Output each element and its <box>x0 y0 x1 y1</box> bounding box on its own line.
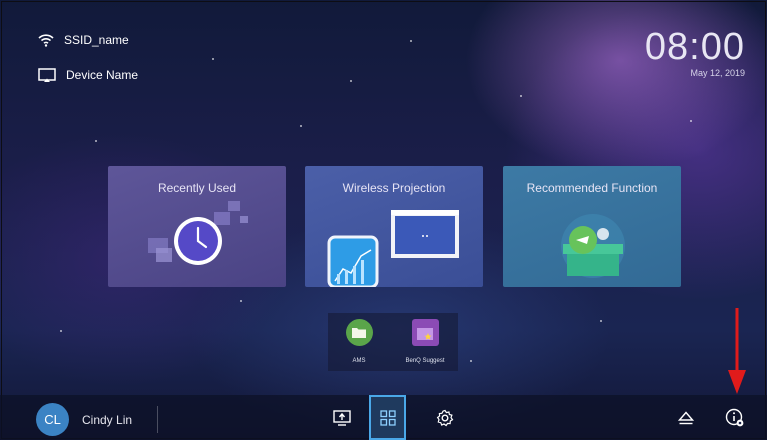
red-down-arrow-icon <box>728 308 746 394</box>
input-source-icon <box>333 409 351 426</box>
card-recently-used[interactable]: Recently Used <box>108 166 286 287</box>
clock-time: 08:00 <box>644 26 745 68</box>
app-label: AMS <box>352 358 366 364</box>
card-recommended-function[interactable]: Recommended Function <box>503 166 681 287</box>
eject-icon <box>678 410 694 424</box>
apps-grid-icon <box>379 409 396 426</box>
shopping-bag-star-icon <box>411 319 439 346</box>
app-shortcuts: AMS BenQ Suggest <box>328 313 458 371</box>
input-source-button[interactable] <box>325 395 359 440</box>
user-name[interactable]: Cindy Lin <box>82 413 132 427</box>
folder-icon <box>345 319 373 346</box>
cast-icon <box>38 67 56 82</box>
eject-button[interactable] <box>669 395 703 440</box>
ssid-label: SSID_name <box>64 33 129 47</box>
settings-gear-icon <box>436 409 454 426</box>
taskbar-divider <box>157 406 158 433</box>
wifi-icon <box>38 34 54 47</box>
app-ams[interactable]: AMS <box>334 319 384 364</box>
phone-screen-icon <box>327 210 459 287</box>
connection-status: SSID_name Device Name <box>38 31 138 101</box>
device-status: Device Name <box>38 66 138 84</box>
settings-button[interactable] <box>428 395 462 440</box>
gift-box-icon <box>561 214 625 278</box>
clock-date: May 12, 2019 <box>690 68 745 78</box>
clock: 08:00 May 12, 2019 <box>645 28 745 78</box>
apps-button[interactable] <box>369 395 406 440</box>
app-label: BenQ Suggest <box>405 358 445 364</box>
wifi-status: SSID_name <box>38 31 138 49</box>
info-settings-button[interactable] <box>718 395 752 440</box>
clock-icon <box>148 201 248 265</box>
taskbar: CL Cindy Lin <box>0 395 767 440</box>
card-wireless-projection[interactable]: Wireless Projection <box>305 166 483 287</box>
info-settings-icon <box>725 408 744 426</box>
avatar[interactable]: CL <box>36 403 69 436</box>
device-name-label: Device Name <box>66 68 139 82</box>
app-benq-suggest[interactable]: BenQ Suggest <box>400 319 450 364</box>
